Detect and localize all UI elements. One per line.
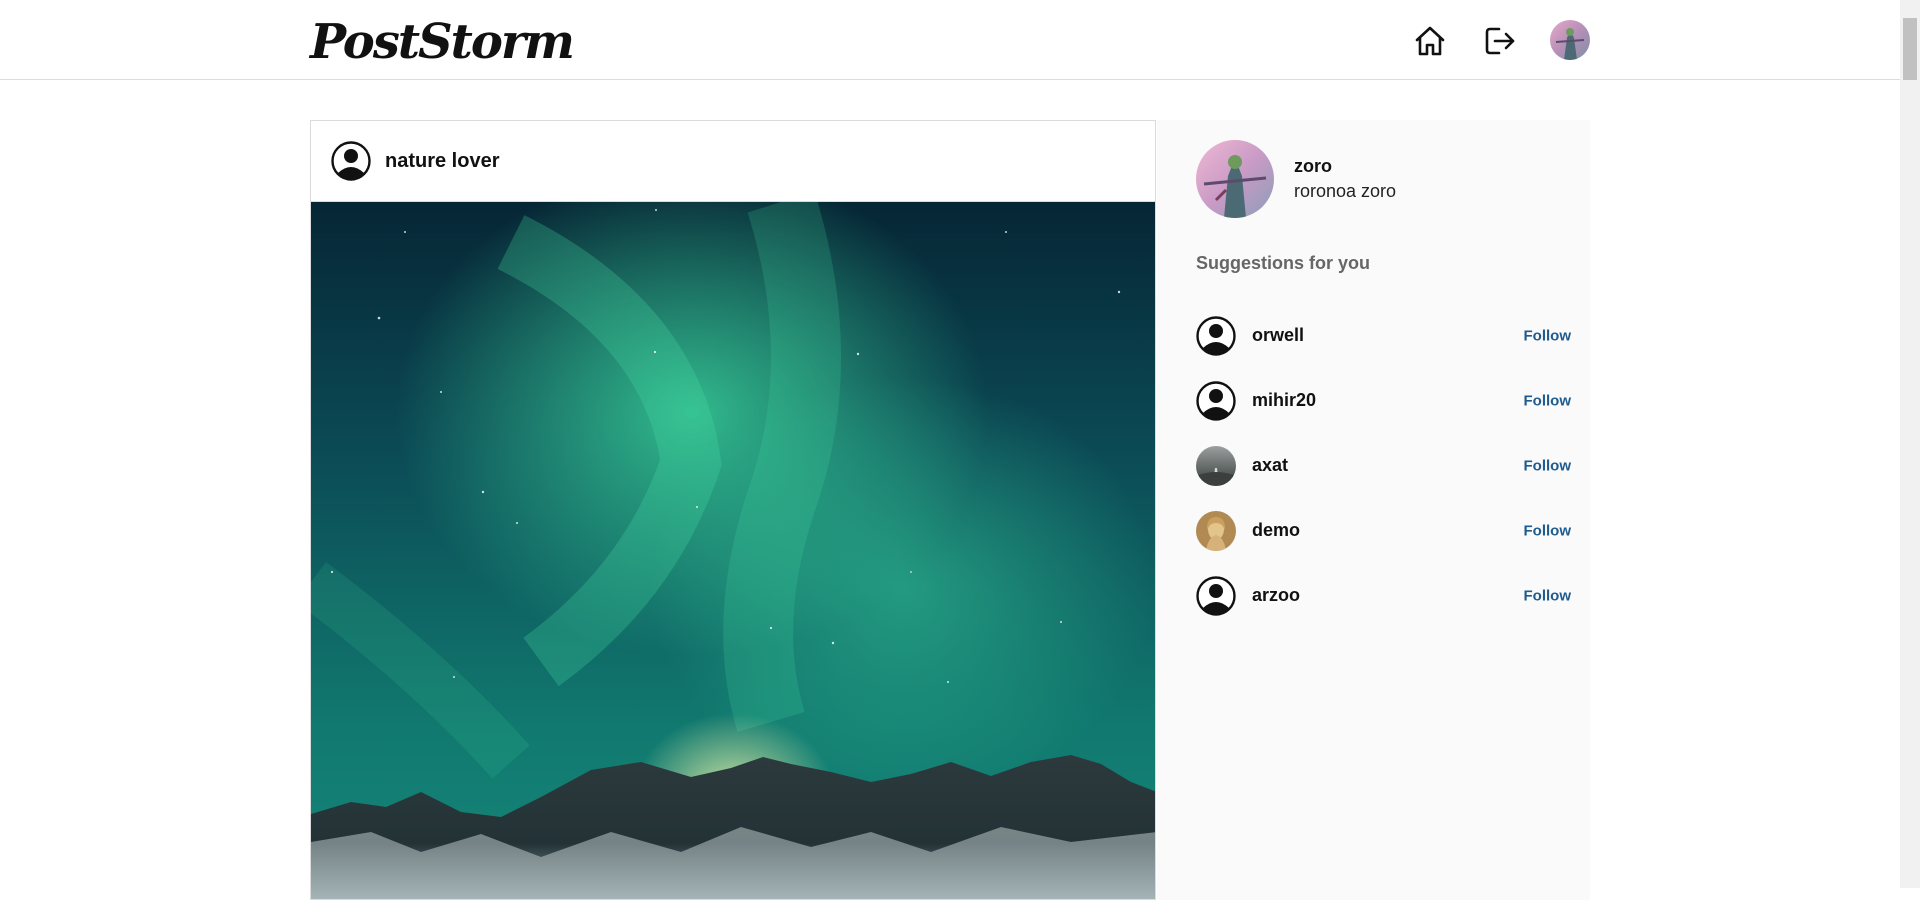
post-card: nature lover (310, 120, 1156, 900)
top-header: PostStorm (0, 0, 1900, 80)
suggestion-item: orwell Follow (1196, 303, 1571, 368)
suggestion-username[interactable]: demo (1252, 520, 1300, 541)
follow-button[interactable]: Follow (1524, 327, 1572, 344)
avatar[interactable] (1196, 140, 1274, 218)
suggestions-title: Suggestions for you (1196, 253, 1371, 273)
suggestion-item: demo Follow (1196, 498, 1571, 563)
current-username[interactable]: zoro (1294, 156, 1396, 177)
sidebar: zoro roronoa zoro Suggestions for you or… (1157, 120, 1590, 900)
page-scrollbar[interactable] (1900, 0, 1920, 888)
post-image[interactable] (311, 191, 1155, 899)
default-user-icon[interactable] (1196, 380, 1236, 421)
avatar[interactable] (1196, 445, 1236, 486)
default-user-icon[interactable] (1196, 315, 1236, 356)
follow-button[interactable]: Follow (1524, 522, 1572, 539)
scrollbar-thumb[interactable] (1903, 18, 1917, 80)
suggestion-username[interactable]: axat (1252, 455, 1288, 476)
suggestion-username[interactable]: arzoo (1252, 585, 1300, 606)
follow-button[interactable]: Follow (1524, 587, 1572, 604)
current-user: zoro roronoa zoro (1196, 140, 1396, 218)
follow-button[interactable]: Follow (1524, 392, 1572, 409)
follow-button[interactable]: Follow (1524, 457, 1572, 474)
suggestion-item: mihir20 Follow (1196, 368, 1571, 433)
suggestion-username[interactable]: mihir20 (1252, 390, 1316, 411)
post-username[interactable]: nature lover (385, 150, 499, 173)
current-user-info: zoro roronoa zoro (1294, 156, 1396, 202)
suggestion-item: axat Follow (1196, 433, 1571, 498)
default-user-icon[interactable] (1196, 575, 1236, 616)
post-header: nature lover (311, 121, 1155, 202)
suggestion-username[interactable]: orwell (1252, 325, 1304, 346)
default-user-icon[interactable] (331, 141, 371, 181)
suggestions-list: orwell Follow mihir20 Follow axat Follow… (1196, 303, 1571, 628)
avatar[interactable] (1550, 20, 1590, 60)
home-icon[interactable] (1410, 21, 1450, 61)
avatar[interactable] (1196, 510, 1236, 551)
logout-icon[interactable] (1480, 21, 1520, 61)
app-logo[interactable]: PostStorm (310, 14, 575, 70)
suggestion-item: arzoo Follow (1196, 563, 1571, 628)
current-full-name: roronoa zoro (1294, 181, 1397, 201)
